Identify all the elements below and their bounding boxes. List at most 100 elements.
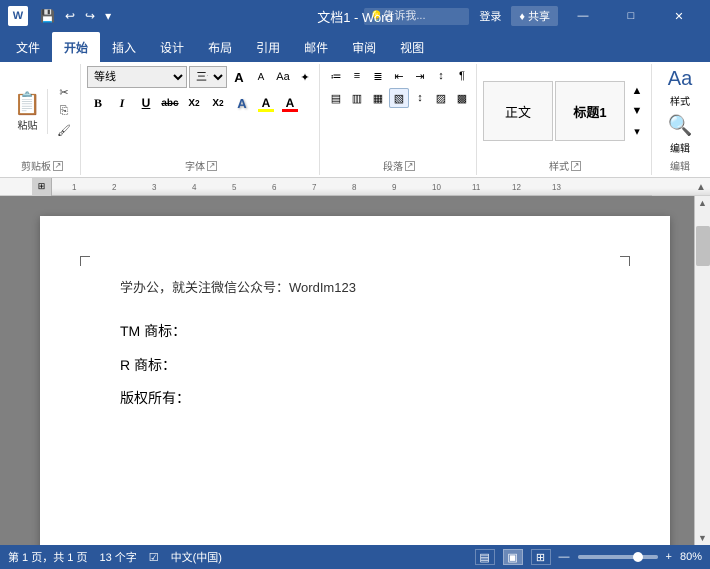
tell-me-input[interactable] [383, 10, 463, 22]
decrease-indent-button[interactable]: ⇤ [389, 66, 409, 86]
scroll-up-arrow[interactable]: ▲ [696, 196, 710, 210]
shading-button[interactable]: ▨ [431, 88, 451, 108]
strikethrough-button[interactable]: abc [159, 92, 181, 114]
cut-button[interactable]: ✂ [52, 83, 76, 101]
font-expand-icon[interactable]: ↗ [207, 161, 217, 171]
paste-label: 粘贴 [18, 117, 38, 132]
ribbon-tabs: 文件 开始 插入 设计 布局 引用 邮件 审阅 视图 [0, 32, 710, 62]
svg-text:2: 2 [112, 183, 117, 192]
read-mode-view-button[interactable]: ▣ [503, 549, 523, 565]
zoom-level: 80% [680, 551, 702, 563]
align-right-button[interactable]: ▦ [368, 88, 388, 108]
quick-save-button[interactable]: 💾 [36, 7, 59, 25]
change-case-button[interactable]: Aa [273, 67, 293, 87]
tab-references[interactable]: 引用 [244, 32, 292, 62]
style-heading1[interactable]: 标题1 [555, 81, 625, 141]
login-button[interactable]: 登录 [479, 8, 501, 24]
web-layout-view-button[interactable]: ⊞ [531, 549, 551, 565]
styles-pane-button[interactable]: Aa 样式 [658, 66, 702, 110]
font-size-increase-button[interactable]: A [229, 67, 249, 87]
quick-more-button[interactable]: ▾ [101, 7, 115, 25]
svg-text:13: 13 [552, 183, 561, 192]
vertical-scrollbar[interactable]: ▲ ▼ [694, 196, 710, 545]
quick-redo-button[interactable]: ↪ [81, 7, 99, 25]
tab-layout[interactable]: 布局 [196, 32, 244, 62]
styles-more-button[interactable]: ▾ [627, 121, 647, 141]
style-normal[interactable]: 正文 [483, 81, 553, 141]
zoom-slider[interactable] [578, 555, 658, 559]
font-size-decrease-button[interactable]: A [251, 67, 271, 87]
increase-indent-button[interactable]: ⇥ [410, 66, 430, 86]
svg-text:1: 1 [72, 183, 77, 192]
show-marks-button[interactable]: ¶ [452, 66, 472, 86]
status-bar-right: ▤ ▣ ⊞ — + 80% [475, 549, 702, 565]
ruler: ⊞ 1 2 3 4 5 6 7 8 9 10 11 12 13 ▲ [0, 178, 710, 196]
title-bar-right: 💡 登录 ♦ 共享 — □ ✕ [364, 0, 702, 32]
page-content[interactable]: 学办公，就关注微信公众号：WordIm123 TM 商标： R 商标： 版权所有… [120, 276, 590, 411]
underline-button[interactable]: U [135, 92, 157, 114]
word-count: 13 个字 [99, 549, 136, 565]
borders-button[interactable]: ▩ [452, 88, 472, 108]
line-r: R 商标： [120, 353, 590, 378]
print-layout-view-button[interactable]: ▤ [475, 549, 495, 565]
format-painter-button[interactable]: 🖌 [52, 121, 76, 139]
quick-undo-button[interactable]: ↩ [61, 7, 79, 25]
ruler-svg: 1 2 3 4 5 6 7 8 9 10 11 12 13 [52, 178, 710, 196]
highlight-color-button[interactable]: A [255, 92, 277, 114]
font-color-button[interactable]: A [279, 92, 301, 114]
styles-up-button[interactable]: ▲ [627, 81, 647, 101]
numbering-button[interactable]: ≡ [347, 66, 367, 86]
svg-text:3: 3 [152, 183, 157, 192]
styles-down-button[interactable]: ▼ [627, 101, 647, 121]
share-button[interactable]: ♦ 共享 [511, 6, 558, 26]
tab-start[interactable]: 开始 [52, 32, 100, 62]
svg-text:12: 12 [512, 183, 521, 192]
scroll-down-arrow[interactable]: ▼ [696, 531, 710, 545]
document-area: 学办公，就关注微信公众号：WordIm123 TM 商标： R 商标： 版权所有… [0, 196, 710, 545]
tab-insert[interactable]: 插入 [100, 32, 148, 62]
copy-button[interactable]: ⎘ [52, 102, 76, 120]
font-size-select[interactable]: 三号 [189, 66, 227, 88]
paste-button[interactable]: 📋 粘贴 [8, 89, 48, 134]
word-icon: W [8, 6, 28, 26]
subscript-button[interactable]: X2 [183, 92, 205, 114]
bullets-button[interactable]: ≔ [326, 66, 346, 86]
paragraph-expand-icon[interactable]: ↗ [405, 161, 415, 171]
line-spacing-button[interactable]: ↕ [410, 88, 430, 108]
scroll-thumb[interactable] [696, 226, 710, 266]
multilevel-list-button[interactable]: ≣ [368, 66, 388, 86]
bold-button[interactable]: B [87, 92, 109, 114]
zoom-plus-button[interactable]: + [666, 551, 672, 563]
tab-file[interactable]: 文件 [4, 32, 52, 62]
clipboard-expand-icon[interactable]: ↗ [53, 161, 63, 171]
text-effect-button[interactable]: A [231, 92, 253, 114]
font-face-select[interactable]: 等线 [87, 66, 187, 88]
tab-view[interactable]: 视图 [388, 32, 436, 62]
zoom-handle[interactable] [633, 552, 643, 562]
italic-button[interactable]: I [111, 92, 133, 114]
editing-group: Aa 样式 🔍 编辑 编辑 [654, 64, 706, 175]
toolbar: 📋 粘贴 ✂ ⎘ 🖌 剪贴板 ↗ 等线 [0, 62, 710, 178]
find-replace-button[interactable]: 🔍 编辑 [658, 112, 702, 156]
scroll-up-button[interactable]: ▲ [692, 178, 710, 196]
sort-button[interactable]: ↕ [431, 66, 451, 86]
title-bar-left: W 💾 ↩ ↪ ▾ [8, 6, 115, 26]
align-center-button[interactable]: ▥ [347, 88, 367, 108]
justify-button[interactable]: ▧ [389, 88, 409, 108]
align-left-button[interactable]: ▤ [326, 88, 346, 108]
styles-expand-icon[interactable]: ↗ [571, 161, 581, 171]
minimize-button[interactable]: — [560, 0, 606, 32]
restore-button[interactable]: □ [608, 0, 654, 32]
zoom-minus-button[interactable]: — [559, 551, 570, 563]
close-button[interactable]: ✕ [656, 0, 702, 32]
tab-design[interactable]: 设计 [148, 32, 196, 62]
ruler-toggle-button[interactable]: ⊞ [32, 178, 52, 196]
quick-access-toolbar: 💾 ↩ ↪ ▾ [36, 7, 115, 25]
svg-text:11: 11 [472, 183, 481, 192]
clear-format-button[interactable]: ✦ [295, 67, 315, 87]
tab-mailings[interactable]: 邮件 [292, 32, 340, 62]
svg-text:10: 10 [432, 183, 441, 192]
superscript-button[interactable]: X2 [207, 92, 229, 114]
line-copyright: 版权所有： [120, 386, 590, 411]
tab-review[interactable]: 审阅 [340, 32, 388, 62]
